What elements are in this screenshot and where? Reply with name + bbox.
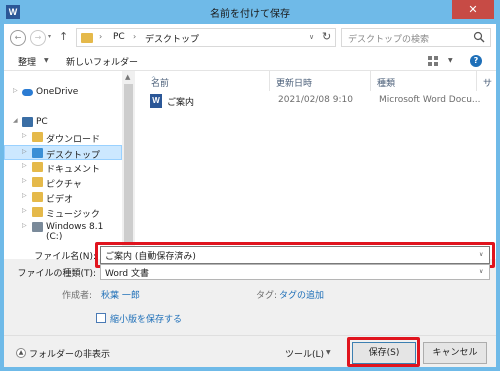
file-type: Microsoft Word Docu... [379, 95, 481, 105]
sidebar-item-label: Windows 8.1 (C:) [46, 222, 104, 242]
tools-dropdown-icon[interactable]: ▼ [326, 349, 331, 356]
file-name: ご案内 [167, 98, 195, 108]
column-header-type[interactable]: 種類 [371, 71, 477, 91]
downloads-folder-icon [32, 132, 43, 142]
cancel-button[interactable]: キャンセル [423, 342, 487, 364]
documents-folder-icon [32, 162, 43, 172]
file-list: ^ 名前 更新日時 種類 サ W ご案内 2021/02/08 9:10 Mic… [135, 71, 496, 259]
breadcrumb-pc[interactable]: PC [113, 32, 125, 42]
help-icon[interactable]: ? [470, 55, 482, 67]
author-label: 作成者: [62, 291, 93, 301]
sidebar-item-documents[interactable]: ▷ ドキュメント [4, 160, 122, 175]
column-header-modified[interactable]: 更新日時 [270, 71, 371, 91]
column-header-label: 更新日時 [276, 79, 313, 89]
up-folder-button[interactable]: ↑ [59, 30, 68, 43]
sidebar-item-label: PC [36, 117, 48, 127]
filetype-dropdown-icon[interactable]: ∨ [479, 268, 483, 275]
sidebar-item-label: ダウンロード [46, 135, 101, 145]
forward-button[interactable]: → [30, 30, 46, 46]
file-row[interactable]: W ご案内 2021/02/08 9:10 Microsoft Word Doc… [145, 93, 490, 109]
sidebar-item-pc[interactable]: ◢ PC [4, 115, 122, 130]
expand-icon[interactable]: ▷ [22, 162, 27, 169]
tools-button[interactable]: ツール(L) [285, 347, 324, 360]
title-bar: W 名前を付けて保存 ✕ [0, 0, 500, 24]
filetype-select[interactable]: Word 文書 ∨ [100, 264, 490, 280]
thumbnail-checkbox[interactable] [96, 313, 106, 323]
back-button[interactable]: ← [10, 30, 26, 46]
navigation-pane: ▷ OneDrive ◢ PC ▷ ダウンロード ▷ デスクトップ ▷ ドキュメ… [4, 71, 122, 259]
search-icon [473, 31, 485, 43]
sidebar-item-music[interactable]: ▷ ミュージック [4, 205, 122, 220]
tags-label: タグ: [256, 291, 278, 301]
breadcrumb-desktop[interactable]: デスクトップ [145, 32, 199, 45]
sidebar-item-onedrive[interactable]: ▷ OneDrive [4, 85, 122, 100]
sidebar-item-drive-c[interactable]: ▷ Windows 8.1 (C:) [4, 220, 122, 242]
highlight-save [347, 337, 420, 367]
breadcrumb-separator-icon[interactable]: › [133, 32, 136, 41]
folder-icon [81, 33, 93, 43]
word-document-icon: W [150, 94, 162, 108]
address-bar[interactable]: › PC › デスクトップ ∨ ↻ [76, 28, 336, 47]
save-as-dialog: W 名前を付けて保存 ✕ ← → ▾ ↑ › PC › デスクトップ ∨ ↻ デ… [0, 0, 500, 371]
filetype-value: Word 文書 [105, 269, 149, 279]
sidebar-item-videos[interactable]: ▷ ビデオ [4, 190, 122, 205]
expand-icon[interactable]: ▷ [22, 177, 27, 184]
tags-value[interactable]: タグの追加 [279, 288, 324, 301]
column-header-label: 名前 [151, 79, 170, 89]
scroll-up-icon[interactable]: ▲ [125, 73, 130, 81]
search-placeholder[interactable]: デスクトップの検索 [348, 32, 429, 45]
expand-icon[interactable]: ▷ [22, 207, 27, 214]
computer-icon [22, 117, 33, 127]
sidebar-item-label: OneDrive [36, 87, 79, 97]
filename-label: ファイル名(N): [34, 252, 96, 262]
column-header-size[interactable]: サ [477, 71, 496, 91]
recent-locations-chevron-icon[interactable]: ▾ [48, 33, 51, 40]
organize-dropdown-icon[interactable]: ▼ [44, 57, 49, 64]
expand-icon[interactable]: ▷ [22, 192, 27, 199]
window-title: 名前を付けて保存 [210, 9, 290, 20]
sidebar-item-label: ドキュメント [46, 165, 101, 175]
sidebar-item-label: ミュージック [46, 210, 100, 220]
sidebar-item-desktop[interactable]: ▷ デスクトップ [4, 145, 122, 161]
command-bar: 整理 ▼ 新しいフォルダー ▼ ? [4, 51, 496, 71]
column-header-name[interactable]: ^ 名前 [145, 71, 270, 91]
sidebar-scrollbar[interactable]: ▲ ▼ [122, 71, 135, 259]
videos-folder-icon [32, 192, 43, 202]
collapse-up-icon[interactable]: ▲ [16, 348, 26, 358]
breadcrumb-separator-icon[interactable]: › [99, 32, 102, 41]
view-dropdown-icon[interactable]: ▼ [448, 57, 453, 64]
refresh-icon[interactable]: ↻ [322, 30, 331, 43]
expand-icon[interactable]: ▷ [13, 87, 18, 94]
address-dropdown-icon[interactable]: ∨ [309, 33, 314, 41]
thumbnail-checkbox-label[interactable]: 縮小版を保存する [110, 312, 182, 325]
collapse-icon[interactable]: ◢ [13, 117, 18, 124]
expand-icon[interactable]: ▷ [22, 222, 27, 229]
filetype-label: ファイルの種類(T): [17, 269, 96, 279]
hide-folders-button[interactable]: フォルダーの非表示 [29, 347, 110, 360]
expand-icon[interactable]: ▷ [22, 132, 27, 139]
sidebar-item-label: ビデオ [46, 195, 74, 205]
author-value[interactable]: 秋葉 一郎 [101, 288, 140, 301]
column-header-label: サ [483, 79, 493, 89]
dialog-client: ← → ▾ ↑ › PC › デスクトップ ∨ ↻ デスクトップの検索 整理 ▼… [4, 24, 496, 367]
dialog-footer: ▲ フォルダーの非表示 ツール(L) ▼ 保存(S) キャンセル [4, 335, 496, 367]
drive-icon [32, 222, 43, 232]
organize-button[interactable]: 整理 [18, 55, 36, 68]
music-folder-icon [32, 207, 43, 217]
sidebar-item-pictures[interactable]: ▷ ピクチャ [4, 175, 122, 190]
desktop-folder-icon [32, 148, 43, 158]
sidebar-item-downloads[interactable]: ▷ ダウンロード [4, 130, 122, 145]
search-box[interactable]: デスクトップの検索 [341, 28, 491, 47]
expand-icon[interactable]: ▷ [22, 148, 27, 155]
view-options-icon[interactable] [428, 56, 438, 66]
pictures-folder-icon [32, 177, 43, 187]
cloud-icon [22, 89, 33, 96]
scrollbar-thumb[interactable] [124, 84, 133, 244]
file-modified: 2021/02/08 9:10 [278, 95, 353, 105]
sidebar-item-label: ピクチャ [46, 180, 82, 190]
new-folder-button[interactable]: 新しいフォルダー [66, 55, 138, 68]
close-button[interactable]: ✕ [452, 0, 494, 19]
column-header-label: 種類 [377, 79, 396, 89]
